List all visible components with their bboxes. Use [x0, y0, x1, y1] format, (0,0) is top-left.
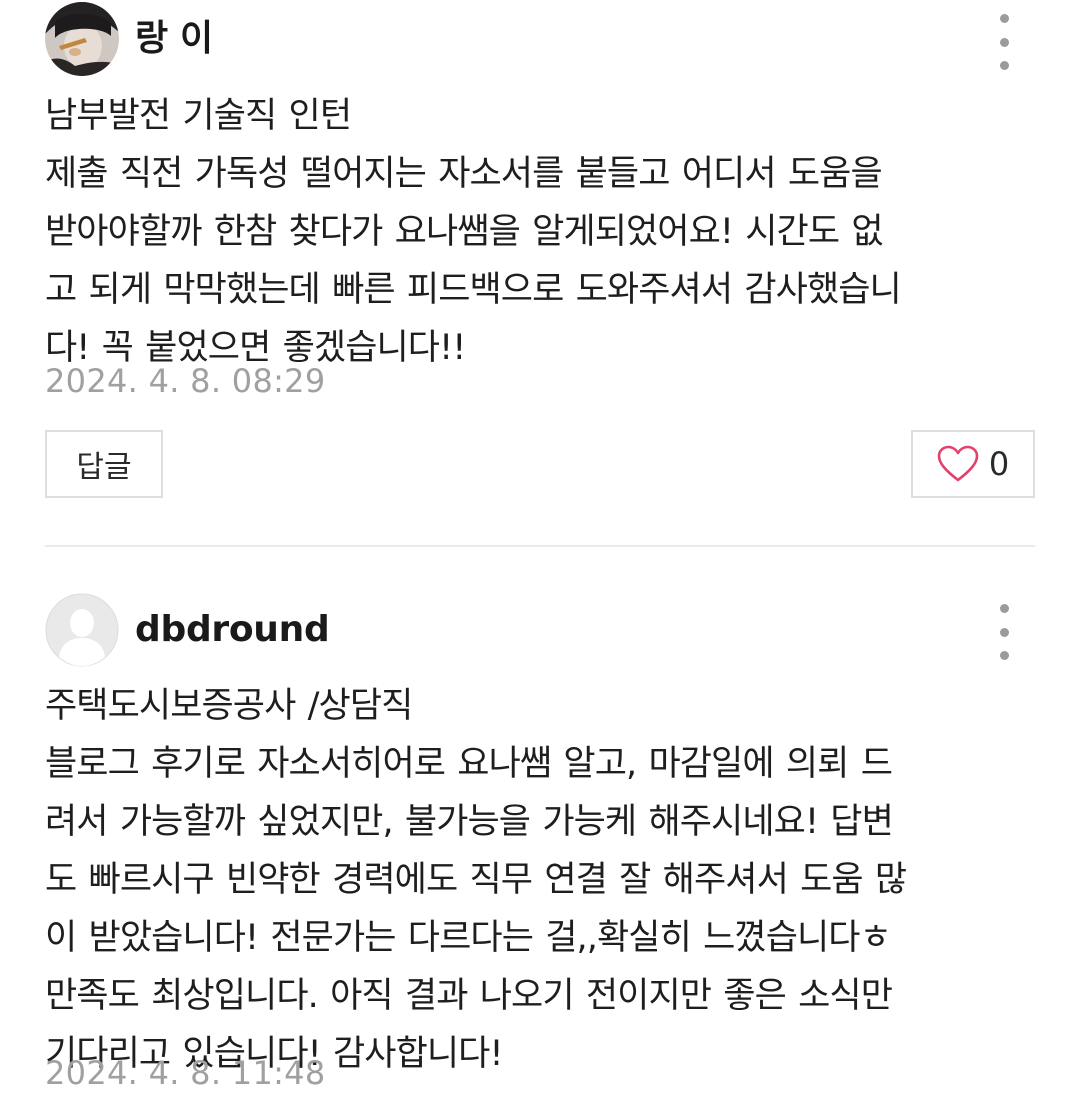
more-dot: [999, 604, 1009, 613]
more-dot: [999, 37, 1009, 47]
like-button[interactable]: 0: [911, 430, 1035, 498]
comment-divider: [45, 545, 1035, 547]
comment-line: 받아야할까 한참 찾다가 요나쌤을 알게되었어요! 시간도 없: [45, 212, 884, 252]
default-avatar-icon: [45, 593, 119, 667]
comment-line: 도 빠르시구 빈약한 경력에도 직무 연결 잘 해주셔서 도움 많: [45, 860, 907, 900]
avatar[interactable]: [45, 593, 119, 667]
comment-author[interactable]: dbdround: [135, 608, 330, 652]
user-photo-icon: [45, 2, 119, 76]
comment-line: 주택도시보증공사 /상담직: [45, 686, 413, 726]
avatar[interactable]: [45, 2, 119, 76]
comment-body: 주택도시보증공사 /상담직 블로그 후기로 자소서히어로 요나쌤 알고, 마감일…: [45, 677, 1035, 1083]
heart-icon: [937, 445, 979, 482]
comment-line: 만족도 최상입니다. 아직 결과 나오기 전이지만 좋은 소식만: [45, 976, 893, 1016]
more-dot: [999, 651, 1009, 660]
comment-date: 2024. 4. 8. 08:29: [45, 362, 326, 400]
comment-line: 블로그 후기로 자소서히어로 요나쌤 알고, 마감일에 의뢰 드: [45, 744, 893, 784]
more-dot: [999, 627, 1009, 637]
more-options-button[interactable]: [992, 14, 1016, 70]
comment-line: 남부발전 기술직 인턴: [45, 96, 352, 136]
more-options-button[interactable]: [992, 604, 1016, 660]
comment-line: 려서 가능할까 싶었지만, 불가능을 가능케 해주시네요! 답변: [45, 802, 894, 842]
comment-author[interactable]: 랑 이: [135, 17, 213, 61]
more-dot: [999, 14, 1009, 23]
more-dot: [999, 61, 1009, 70]
comment-body: 남부발전 기술직 인턴 제출 직전 가독성 떨어지는 자소서를 붙들고 어디서 …: [45, 87, 1035, 377]
comment-line: 고 되게 막막했는데 빠른 피드백으로 도와주셔서 감사했습니: [45, 270, 902, 310]
like-count: 0: [988, 445, 1010, 483]
comment-line: 이 받았습니다! 전문가는 다르다는 걸,,확실히 느꼈습니다ㅎ: [45, 918, 892, 958]
comment-line: 제출 직전 가독성 떨어지는 자소서를 붙들고 어디서 도움을: [45, 154, 883, 194]
comment-date: 2024. 4. 8. 11:48: [45, 1054, 326, 1092]
reply-button[interactable]: 답글: [45, 430, 163, 498]
